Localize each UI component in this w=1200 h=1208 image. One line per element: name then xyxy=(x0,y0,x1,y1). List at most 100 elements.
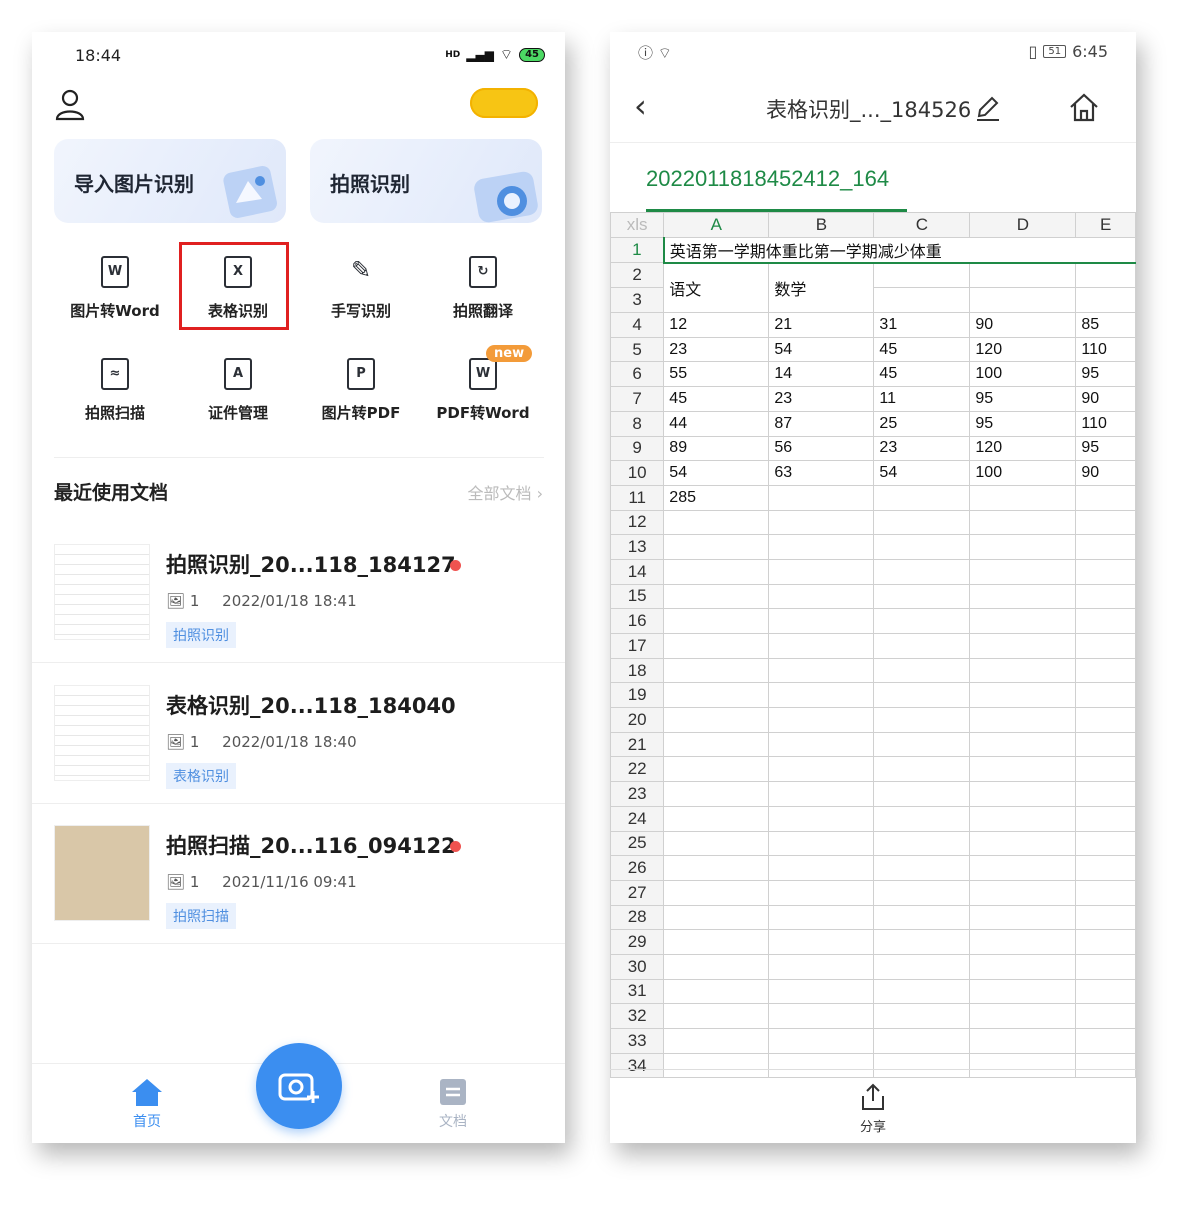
table-cell[interactable] xyxy=(1075,805,1136,832)
table-cell[interactable] xyxy=(768,1028,875,1054)
table-cell[interactable] xyxy=(873,509,971,536)
table-cell[interactable]: 120 xyxy=(969,435,1077,462)
table-cell[interactable]: 55 xyxy=(663,361,770,388)
table-cell[interactable]: 87 xyxy=(768,410,875,437)
table-cell[interactable] xyxy=(663,558,770,585)
table-cell[interactable] xyxy=(1075,707,1136,733)
table-cell[interactable] xyxy=(1075,1003,1136,1029)
table-cell[interactable] xyxy=(969,682,1077,709)
table-cell[interactable] xyxy=(969,633,1077,659)
table-cell[interactable] xyxy=(768,509,875,536)
table-cell[interactable] xyxy=(969,484,1077,511)
table-cell[interactable] xyxy=(873,929,971,955)
table-cell[interactable] xyxy=(768,953,875,980)
row-header[interactable]: 8 xyxy=(610,410,665,437)
table-cell[interactable]: 23 xyxy=(663,336,770,363)
list-item[interactable]: 表格识别_20...118_184040 🖼 1 2022/01/18 18:4… xyxy=(32,663,565,804)
list-item[interactable]: 拍照扫描_20...116_094122 🖼 1 2021/11/16 09:4… xyxy=(32,803,565,944)
row-header[interactable]: 12 xyxy=(610,509,665,536)
tool-pdf-to-word[interactable]: W PDF转Word xyxy=(423,358,543,423)
table-cell[interactable] xyxy=(1075,978,1136,1005)
row-header[interactable]: 4 xyxy=(610,312,665,338)
table-cell[interactable] xyxy=(1075,583,1136,610)
table-cell[interactable] xyxy=(969,978,1077,1005)
table-cell[interactable] xyxy=(663,1052,770,1079)
table-cell[interactable] xyxy=(873,657,971,684)
table-cell[interactable] xyxy=(663,608,770,634)
row-header[interactable]: 7 xyxy=(610,386,665,412)
table-cell[interactable] xyxy=(768,929,875,955)
table-cell[interactable] xyxy=(768,484,875,511)
table-cell[interactable] xyxy=(873,953,971,980)
table-cell[interactable]: 95 xyxy=(969,410,1077,437)
table-cell[interactable]: 90 xyxy=(1075,386,1136,412)
row-header[interactable]: 14 xyxy=(610,558,665,585)
table-cell[interactable]: 110 xyxy=(1075,410,1136,437)
table-cell[interactable]: 85 xyxy=(1075,312,1136,338)
row-header[interactable]: 31 xyxy=(610,978,665,1005)
table-cell[interactable] xyxy=(663,534,770,560)
table-cell[interactable] xyxy=(768,978,875,1005)
row-header[interactable]: 19 xyxy=(610,682,665,709)
table-cell[interactable] xyxy=(1075,830,1136,857)
table-cell[interactable] xyxy=(663,509,770,536)
table-cell[interactable] xyxy=(768,583,875,610)
nav-docs[interactable]: 文档 xyxy=(430,1077,476,1131)
column-header-c[interactable]: C xyxy=(873,212,971,238)
table-cell[interactable] xyxy=(663,855,770,881)
table-cell[interactable]: 11 xyxy=(873,386,971,412)
table-cell[interactable] xyxy=(663,879,770,906)
table-cell[interactable]: 56 xyxy=(768,435,875,462)
table-cell[interactable] xyxy=(873,1003,971,1029)
table-cell[interactable]: 285 xyxy=(663,484,770,511)
tool-id-manage[interactable]: A 证件管理 xyxy=(178,358,298,423)
table-cell[interactable] xyxy=(873,879,971,906)
table-cell[interactable]: 90 xyxy=(969,312,1077,338)
table-cell[interactable] xyxy=(969,583,1077,610)
table-cell[interactable]: 90 xyxy=(1075,460,1136,486)
table-cell[interactable] xyxy=(969,904,1077,931)
table-cell[interactable]: 89 xyxy=(663,435,770,462)
table-cell[interactable]: 14 xyxy=(768,361,875,388)
table-cell[interactable] xyxy=(1075,633,1136,659)
table-cell[interactable] xyxy=(768,805,875,832)
row-header[interactable]: 10 xyxy=(610,460,665,486)
table-cell[interactable] xyxy=(969,657,1077,684)
column-header-a[interactable]: A xyxy=(663,212,770,238)
table-cell[interactable]: 23 xyxy=(768,386,875,412)
table-cell[interactable] xyxy=(663,633,770,659)
edit-pencil-icon[interactable] xyxy=(974,94,1002,122)
camera-fab[interactable] xyxy=(256,1043,342,1129)
table-cell[interactable] xyxy=(969,805,1077,832)
table-cell[interactable]: 54 xyxy=(873,460,971,486)
table-cell[interactable] xyxy=(1075,1028,1136,1054)
table-cell[interactable]: 120 xyxy=(969,336,1077,363)
table-cell[interactable] xyxy=(873,707,971,733)
row-header[interactable]: 22 xyxy=(610,756,665,783)
row-header[interactable]: 15 xyxy=(610,583,665,610)
row-header[interactable]: 5 xyxy=(610,336,665,363)
table-cell[interactable]: 45 xyxy=(663,386,770,412)
table-cell[interactable] xyxy=(873,855,971,881)
table-cell[interactable] xyxy=(969,287,1077,314)
row-header[interactable]: 33 xyxy=(610,1028,665,1054)
table-cell[interactable] xyxy=(969,1003,1077,1029)
table-cell[interactable]: 95 xyxy=(1075,361,1136,388)
back-button[interactable]: ‹ xyxy=(634,90,647,122)
table-cell[interactable] xyxy=(969,1028,1077,1054)
table-cell[interactable] xyxy=(663,731,770,758)
table-cell[interactable] xyxy=(969,879,1077,906)
table-cell[interactable] xyxy=(1075,509,1136,536)
nav-home[interactable]: 首页 xyxy=(124,1077,170,1131)
row-header[interactable]: 25 xyxy=(610,830,665,857)
table-cell[interactable] xyxy=(1075,1052,1136,1079)
table-cell[interactable] xyxy=(768,756,875,783)
row-header[interactable]: 30 xyxy=(610,953,665,980)
table-cell[interactable]: 21 xyxy=(768,312,875,338)
table-cell[interactable] xyxy=(768,904,875,931)
table-cell[interactable] xyxy=(768,879,875,906)
table-cell[interactable] xyxy=(663,805,770,832)
table-cell[interactable] xyxy=(969,855,1077,881)
home-icon[interactable] xyxy=(1068,92,1100,122)
table-cell[interactable] xyxy=(663,953,770,980)
